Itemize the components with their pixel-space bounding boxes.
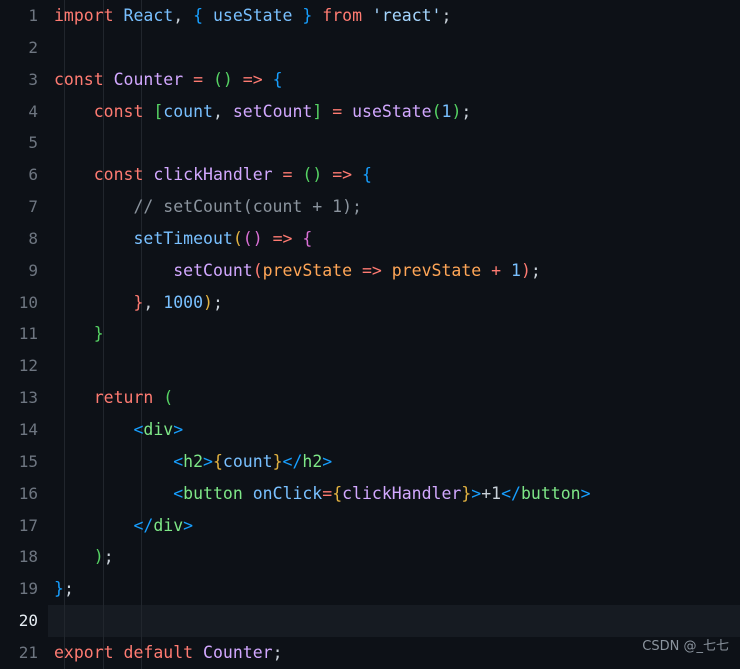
line-number: 3 [28, 69, 38, 89]
code-tokens: setTimeout(() => { [133, 228, 313, 248]
code-line[interactable]: 6 const clickHandler = () => { [0, 159, 740, 191]
code-line[interactable]: 14 <div> [0, 414, 740, 446]
code-tokens: const [count, setCount] = useState(1); [93, 101, 472, 121]
code-tokens: ); [93, 547, 114, 567]
code-tokens: return ( [93, 388, 174, 408]
code-line[interactable]: 13 return ( [0, 382, 740, 414]
line-number: 13 [18, 388, 38, 408]
line-number: 11 [18, 324, 38, 344]
line-number: 21 [18, 642, 38, 662]
line-content[interactable] [48, 32, 740, 64]
line-content[interactable] [48, 127, 740, 159]
code-tokens: <div> [133, 419, 184, 439]
code-line[interactable]: 9 setCount(prevState => prevState + 1); [0, 255, 740, 287]
code-line[interactable]: 8 setTimeout(() => { [0, 223, 740, 255]
line-content[interactable]: import React, { useState } from 'react'; [48, 0, 740, 32]
code-line[interactable]: 19 }; [0, 573, 740, 605]
line-number: 17 [18, 515, 38, 535]
line-number: 6 [28, 165, 38, 185]
code-tokens: }, 1000); [133, 292, 223, 312]
line-number: 7 [28, 197, 38, 217]
line-content[interactable]: }; [48, 573, 740, 605]
line-content[interactable]: <button onClick={clickHandler}>+1</butto… [48, 478, 740, 510]
line-content[interactable] [48, 350, 740, 382]
code-line[interactable]: 21 export default Counter; [0, 637, 740, 669]
code-line[interactable]: 1 import React, { useState } from 'react… [0, 0, 740, 32]
code-tokens: const clickHandler = () => { [93, 165, 372, 185]
line-content[interactable]: setTimeout(() => { [48, 223, 740, 255]
line-content[interactable]: }, 1000); [48, 287, 740, 319]
line-number: 12 [18, 356, 38, 376]
code-tokens: }; [54, 579, 74, 599]
line-number: 15 [18, 451, 38, 471]
line-content[interactable]: </div> [48, 510, 740, 542]
line-content[interactable]: } [48, 318, 740, 350]
watermark: CSDN @_七七 [642, 639, 729, 655]
line-number: 16 [18, 483, 38, 503]
line-number: 2 [28, 37, 38, 57]
code-tokens: <h2>{count}</h2> [173, 451, 333, 471]
code-line-active[interactable]: 20 [0, 605, 740, 637]
code-tokens: const Counter = () => { [54, 69, 283, 89]
code-tokens: export default Counter; [54, 642, 283, 662]
line-number: 9 [28, 260, 38, 280]
line-number: 4 [28, 101, 38, 121]
code-line[interactable]: 3 const Counter = () => { [0, 64, 740, 96]
line-content[interactable]: const [count, setCount] = useState(1); [48, 96, 740, 128]
line-content[interactable]: return ( [48, 382, 740, 414]
code-tokens: setCount(prevState => prevState + 1); [173, 260, 541, 280]
code-line[interactable]: 11 } [0, 318, 740, 350]
line-content[interactable]: export default Counter; [48, 637, 740, 669]
code-line[interactable]: 17 </div> [0, 510, 740, 542]
code-line[interactable]: 15 <h2>{count}</h2> [0, 446, 740, 478]
code-tokens: import React, { useState } from 'react'; [54, 6, 452, 25]
code-tokens: // setCount(count + 1); [133, 197, 362, 217]
code-line[interactable]: 18 ); [0, 541, 740, 573]
code-tokens: <button onClick={clickHandler}>+1</butto… [173, 483, 591, 503]
line-number: 5 [28, 133, 38, 153]
code-line[interactable]: 4 const [count, setCount] = useState(1); [0, 96, 740, 128]
line-number: 1 [28, 6, 38, 25]
line-number: 8 [28, 228, 38, 248]
line-content[interactable]: ); [48, 541, 740, 573]
line-number: 14 [18, 419, 38, 439]
code-line[interactable]: 2 [0, 32, 740, 64]
code-line[interactable]: 10 }, 1000); [0, 287, 740, 319]
line-content[interactable]: <div> [48, 414, 740, 446]
line-content[interactable]: <h2>{count}</h2> [48, 446, 740, 478]
line-content[interactable]: const clickHandler = () => { [48, 159, 740, 191]
line-content[interactable] [48, 605, 740, 637]
code-tokens: } [93, 324, 104, 344]
code-line[interactable]: 7 // setCount(count + 1); [0, 191, 740, 223]
code-line[interactable]: 12 [0, 350, 740, 382]
code-line[interactable]: 5 [0, 127, 740, 159]
code-editor[interactable]: 1 import React, { useState } from 'react… [0, 0, 740, 669]
code-tokens: </div> [133, 515, 194, 535]
line-number: 19 [18, 579, 38, 599]
line-content[interactable]: const Counter = () => { [48, 64, 740, 96]
line-number-active: 20 [18, 611, 38, 631]
code-lines: 1 import React, { useState } from 'react… [0, 0, 740, 669]
code-line[interactable]: 16 <button onClick={clickHandler}>+1</bu… [0, 478, 740, 510]
line-number: 10 [18, 292, 38, 312]
line-content[interactable]: // setCount(count + 1); [48, 191, 740, 223]
line-number: 18 [18, 547, 38, 567]
line-content[interactable]: setCount(prevState => prevState + 1); [48, 255, 740, 287]
